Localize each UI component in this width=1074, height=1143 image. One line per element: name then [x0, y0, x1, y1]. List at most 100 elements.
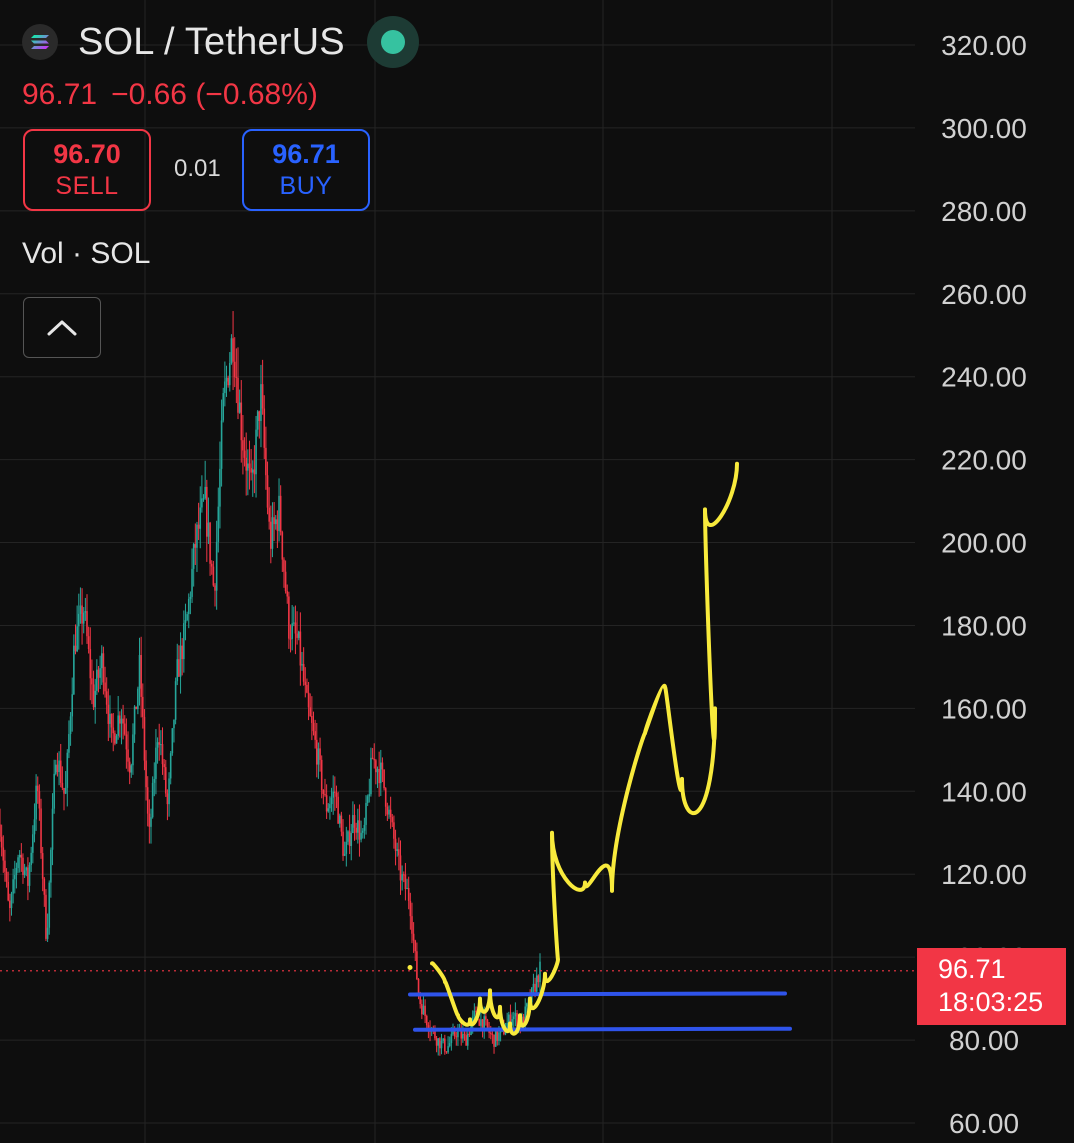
candle-body	[352, 815, 354, 833]
candle-body	[271, 517, 274, 549]
candle-body	[127, 749, 129, 762]
candle-body	[141, 696, 144, 717]
candle-body	[370, 757, 372, 795]
candle-body	[342, 831, 344, 856]
candle-body	[38, 791, 41, 809]
candle-body	[207, 522, 210, 537]
candle-body	[102, 653, 105, 683]
candle-body	[407, 888, 410, 901]
candle-body	[242, 440, 244, 451]
candle-body	[33, 819, 36, 835]
candle-body	[514, 1013, 517, 1017]
candle-body	[248, 463, 251, 469]
candle-body	[155, 747, 157, 779]
candle-body	[325, 795, 328, 812]
candle-body	[74, 645, 77, 652]
candle-body	[125, 734, 128, 750]
candle-body	[306, 684, 308, 693]
sell-button[interactable]: 96.70 SELL	[23, 129, 151, 211]
candle-body	[445, 1051, 448, 1053]
candle-body	[532, 983, 535, 988]
candle-body	[247, 463, 249, 471]
candle-body	[15, 867, 18, 876]
projection-dot	[407, 965, 413, 971]
candle-body	[309, 707, 312, 716]
candle-body	[388, 809, 390, 815]
candle-body	[41, 853, 44, 879]
candle-body	[227, 377, 229, 386]
market-status-dot-icon[interactable]	[366, 16, 419, 68]
candle-body	[225, 377, 228, 382]
candle-body	[219, 468, 221, 507]
candle-body	[76, 626, 78, 652]
candle-body	[332, 791, 334, 798]
candle-body	[199, 507, 202, 529]
candle-body	[202, 498, 205, 500]
candle-body	[358, 820, 361, 840]
y-tick-label: 220.00	[941, 445, 1027, 476]
candle-body	[366, 796, 369, 803]
candle-body	[235, 376, 238, 379]
y-tick-label: 200.00	[941, 528, 1027, 559]
candle-body	[10, 893, 13, 909]
candle-body	[145, 760, 147, 788]
y-tick-label: 120.00	[941, 859, 1027, 890]
candle-body	[84, 611, 87, 613]
symbol-header[interactable]: SOL / TetherUS	[22, 16, 419, 68]
y-tick-label: 80.00	[949, 1025, 1019, 1056]
candle-body	[28, 864, 31, 886]
candle-body	[274, 519, 277, 525]
candle-body	[104, 682, 106, 692]
candle-body	[135, 706, 138, 710]
candle-body	[317, 748, 320, 765]
candle-body	[353, 815, 356, 828]
candle-body	[50, 849, 52, 883]
candle-body	[186, 614, 188, 621]
user-drawings	[407, 461, 792, 1036]
candle-body	[466, 1033, 469, 1046]
candle-body	[394, 838, 397, 851]
candle-body	[0, 836, 3, 848]
buy-button[interactable]: 96.71 BUY	[242, 129, 370, 211]
candle-body	[296, 633, 298, 638]
candle-body	[494, 1030, 497, 1047]
candle-body	[315, 739, 318, 765]
candle-body	[414, 940, 417, 952]
candle-body	[396, 849, 399, 851]
candle-body	[5, 871, 8, 882]
candle-body	[189, 596, 192, 599]
candle-body	[255, 429, 257, 475]
candle-body	[238, 402, 241, 413]
candle-body	[389, 809, 392, 818]
candle-body	[183, 623, 185, 660]
candle-body	[439, 1038, 441, 1049]
current-price-tag: 96.71 18:03:25	[917, 948, 1066, 1025]
candle-body	[220, 420, 223, 469]
price-chart[interactable]: 320.00 300.00 280.00 260.00 240.00 220.00 200.…	[0, 0, 1074, 1143]
candle-body	[77, 613, 80, 627]
candle-body	[210, 563, 213, 567]
candle-body	[291, 623, 293, 639]
candle-body	[491, 1033, 494, 1035]
candle-body	[197, 524, 200, 529]
candle-body	[281, 532, 284, 560]
candle-body	[0, 824, 1, 837]
candle-body	[89, 649, 92, 679]
candle-body	[453, 1030, 456, 1037]
candle-body	[59, 760, 62, 783]
candle-body	[187, 598, 190, 615]
candle-body	[294, 622, 297, 634]
candle-body	[166, 793, 169, 805]
candle-body	[406, 888, 408, 890]
candle-body	[360, 832, 362, 840]
projection-curve	[430, 461, 739, 1036]
volume-indicator-label[interactable]: Vol · SOL	[22, 237, 150, 271]
candle-body	[299, 631, 302, 666]
collapse-legend-button[interactable]	[23, 297, 101, 358]
candle-body	[112, 727, 115, 734]
candle-body	[347, 831, 349, 842]
candle-body	[146, 787, 149, 814]
candle-body	[107, 704, 110, 724]
candle-body	[228, 363, 231, 386]
candle-body	[409, 900, 412, 917]
